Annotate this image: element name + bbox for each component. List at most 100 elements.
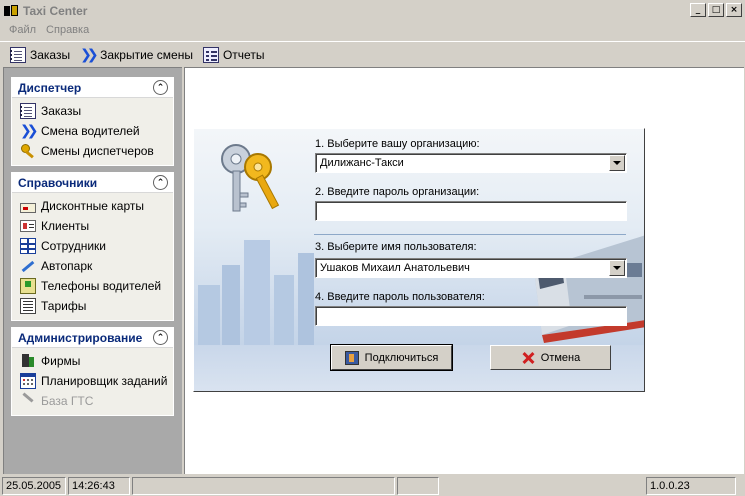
sidebar-item-label: Сотрудники xyxy=(41,239,106,253)
sidebar-item-label: Телефоны водителей xyxy=(41,279,162,293)
sidebar-item-gts-database: База ГТС xyxy=(12,391,173,411)
cancel-x-icon xyxy=(521,351,535,365)
sidebar-item-tariffs[interactable]: Тарифы xyxy=(12,296,173,316)
sidebar-group-title: Диспетчер xyxy=(18,80,82,95)
sidebar-item-dispatcher-shifts[interactable]: Смены диспетчеров xyxy=(12,141,173,161)
reports-icon xyxy=(202,46,219,63)
orders-icon xyxy=(10,46,26,63)
connect-icon xyxy=(344,350,359,365)
toolbar-orders-button[interactable]: Заказы xyxy=(10,46,71,63)
toolbar-reports-button[interactable]: Отчеты xyxy=(202,46,265,63)
user-password-label: 4. Введите пароль пользователя: xyxy=(315,291,485,303)
key-icon xyxy=(20,143,36,159)
login-dialog: 1. Выберите вашу организацию: Дилижанс-Т… xyxy=(193,128,645,392)
sidebar-item-firms[interactable]: Фирмы xyxy=(12,351,173,371)
sidebar-item-driver-phones[interactable]: Телефоны водителей xyxy=(12,276,173,296)
city-skyline-building xyxy=(222,265,240,345)
status-panel-4 xyxy=(397,477,439,495)
city-skyline-building xyxy=(298,253,314,345)
orders-icon xyxy=(20,103,36,119)
sidebar-item-label: Клиенты xyxy=(41,219,90,233)
pencil-icon xyxy=(20,258,36,274)
city-skyline-building xyxy=(274,275,294,345)
train-image xyxy=(534,235,644,343)
sidebar-item-label: Смена водителей xyxy=(41,124,140,138)
sidebar-item-driver-shift[interactable]: ❯❯ Смена водителей xyxy=(12,121,173,141)
city-skyline-building xyxy=(198,285,220,345)
organization-label: 1. Выберите вашу организацию: xyxy=(315,138,480,150)
status-date: 25.05.2005 xyxy=(2,477,66,495)
database-icon xyxy=(20,393,36,409)
connect-button-label: Подключиться xyxy=(364,351,439,364)
menu-bar: Файл Справка xyxy=(0,21,94,39)
scheduler-icon xyxy=(20,373,36,389)
double-arrow-icon: ❯❯ xyxy=(20,123,38,139)
user-password-input[interactable] xyxy=(315,306,627,326)
sidebar-item-orders[interactable]: Заказы xyxy=(12,101,173,121)
sidebar-item-label: Смены диспетчеров xyxy=(41,144,154,158)
toolbar-close-shift-button[interactable]: ❯❯ Закрытие смены xyxy=(80,47,193,63)
user-label: 3. Выберите имя пользователя: xyxy=(315,241,477,253)
app-window: Taxi Center _ □ × Файл Справка Заказы ❯❯… xyxy=(0,0,745,496)
cancel-button-label: Отмена xyxy=(540,351,581,364)
status-bar: 25.05.2005 14:26:43 1.0.0.23 xyxy=(0,476,745,496)
card-icon xyxy=(20,202,36,213)
window-title: Taxi Center xyxy=(23,3,88,18)
title-bar[interactable]: Taxi Center _ □ × xyxy=(0,0,745,21)
toolbar-orders-label: Заказы xyxy=(30,47,71,62)
user-selected-value: Ушаков Михаил Анатольевич xyxy=(320,262,470,274)
city-skyline-building xyxy=(244,240,270,345)
sidebar-group-dispatcher: Диспетчер ⌃ Заказы ❯❯ Смена водителей См… xyxy=(11,77,174,166)
minimize-button[interactable]: _ xyxy=(690,3,706,17)
cancel-button[interactable]: Отмена xyxy=(490,345,611,370)
keys-icon xyxy=(221,144,280,212)
dropdown-arrow-icon[interactable] xyxy=(609,155,625,171)
sidebar-item-label: Дисконтные карты xyxy=(41,199,144,213)
sidebar-item-label: Тарифы xyxy=(41,299,87,313)
sidebar-group-header[interactable]: Администрирование ⌃ xyxy=(12,328,173,348)
sidebar-item-label: Автопарк xyxy=(41,259,93,273)
sidebar-item-fleet[interactable]: Автопарк xyxy=(12,256,173,276)
sidebar-group-administration: Администрирование ⌃ Фирмы Планировщик за… xyxy=(11,327,174,416)
status-version: 1.0.0.23 xyxy=(646,477,736,495)
organization-password-label: 2. Введите пароль организации: xyxy=(315,186,480,198)
sidebar-group-title: Администрирование xyxy=(18,330,143,345)
sidebar-item-label: База ГТС xyxy=(41,394,94,408)
sidebar-item-clients[interactable]: Клиенты xyxy=(12,216,173,236)
menu-file[interactable]: Файл xyxy=(4,24,41,36)
sidebar-item-label: Планировщик заданий xyxy=(41,374,168,388)
phone-icon xyxy=(20,278,36,294)
toolbar-reports-label: Отчеты xyxy=(222,47,265,62)
organization-password-input[interactable] xyxy=(315,201,627,221)
organization-selected-value: Дилижанс-Такси xyxy=(320,157,404,169)
sidebar-item-discount-cards[interactable]: Дисконтные карты xyxy=(12,196,173,216)
clients-icon xyxy=(20,220,36,232)
sidebar-group-references: Справочники ⌃ Дисконтные карты Клиенты С… xyxy=(11,172,174,321)
connect-button[interactable]: Подключиться xyxy=(330,344,453,371)
close-button[interactable]: × xyxy=(726,3,742,17)
sidebar-item-label: Фирмы xyxy=(41,354,81,368)
sidebar-item-employees[interactable]: Сотрудники xyxy=(12,236,173,256)
close-icon: × xyxy=(730,4,738,15)
sidebar: Диспетчер ⌃ Заказы ❯❯ Смена водителей См… xyxy=(3,67,182,474)
user-select[interactable]: Ушаков Михаил Анатольевич xyxy=(315,258,627,278)
collapse-icon[interactable]: ⌃ xyxy=(153,80,168,95)
toolbar: Заказы ❯❯ Закрытие смены Отчеты xyxy=(0,41,745,67)
taxi-app-icon xyxy=(3,3,19,19)
collapse-icon[interactable]: ⌃ xyxy=(153,175,168,190)
dropdown-arrow-icon[interactable] xyxy=(609,260,625,276)
status-panel-3 xyxy=(132,477,395,495)
organization-select[interactable]: Дилижанс-Такси xyxy=(315,153,627,173)
sidebar-group-header[interactable]: Справочники ⌃ xyxy=(12,173,173,193)
menu-help[interactable]: Справка xyxy=(41,24,94,36)
firm-icon xyxy=(20,353,36,369)
toolbar-close-shift-label: Закрытие смены xyxy=(100,47,193,62)
minimize-icon: _ xyxy=(695,4,701,15)
maximize-button[interactable]: □ xyxy=(708,3,724,17)
collapse-icon[interactable]: ⌃ xyxy=(153,330,168,345)
sidebar-group-header[interactable]: Диспетчер ⌃ xyxy=(12,78,173,98)
window-controls: _ □ × xyxy=(690,3,742,17)
status-time: 14:26:43 xyxy=(68,477,130,495)
sidebar-item-label: Заказы xyxy=(41,104,82,118)
sidebar-item-task-scheduler[interactable]: Планировщик заданий xyxy=(12,371,173,391)
